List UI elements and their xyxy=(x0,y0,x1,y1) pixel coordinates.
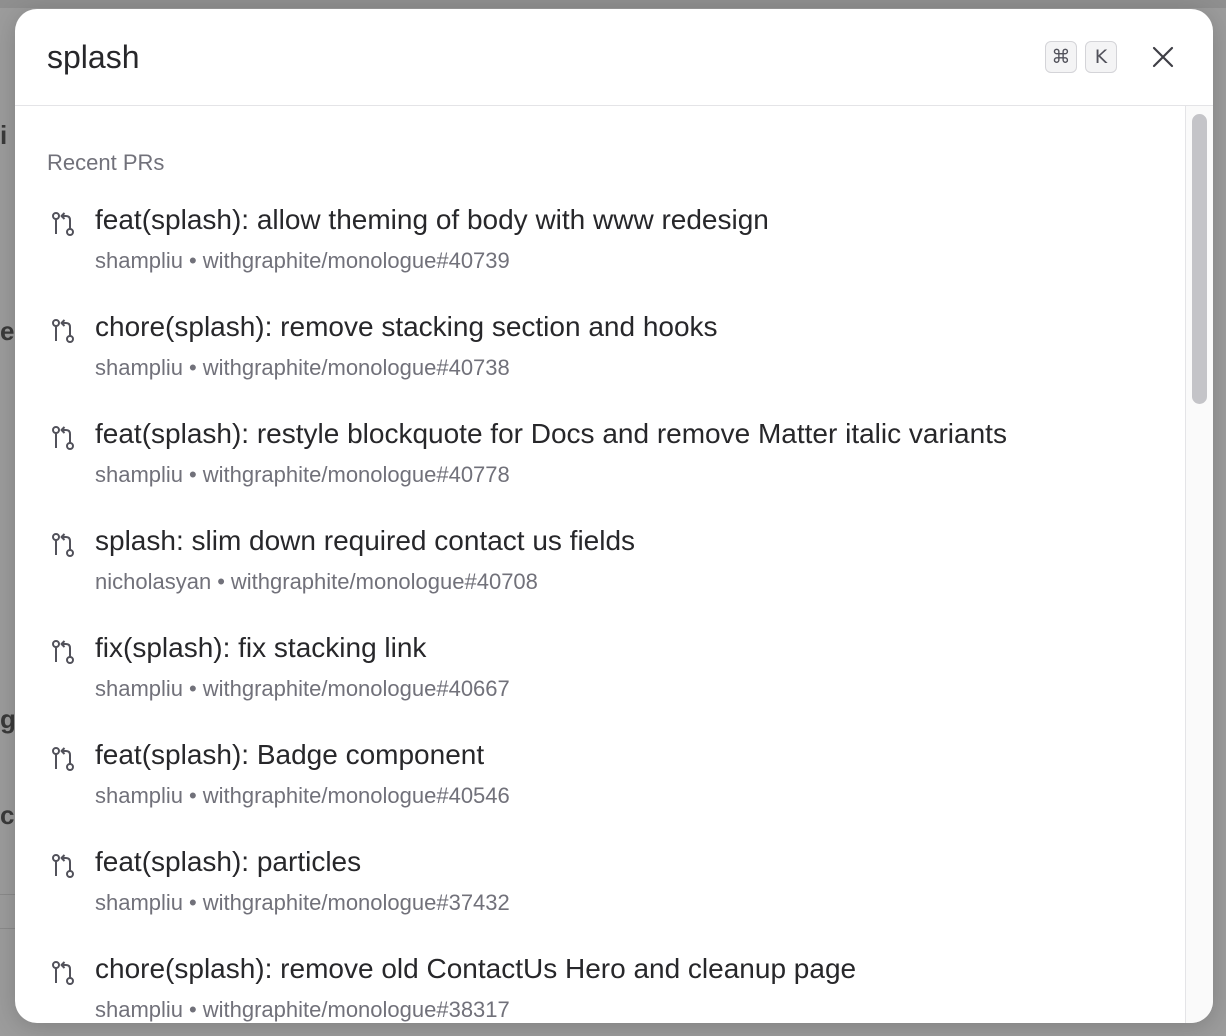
pr-title: fix(splash): fix stacking link xyxy=(95,632,427,663)
pr-meta: shampliu • withgraphite/monologue#40778 xyxy=(95,462,510,488)
background-fragment: i xyxy=(0,120,8,150)
separator-dot: • xyxy=(189,997,197,1022)
separator-dot: • xyxy=(189,783,197,808)
close-icon xyxy=(1152,46,1174,68)
scrollbar-thumb[interactable] xyxy=(1192,114,1207,404)
pr-result-item[interactable]: feat(splash): particles shampliu • withgra… xyxy=(47,846,1167,953)
separator-dot: • xyxy=(189,890,197,915)
pr-title: feat(splash): Badge component xyxy=(95,739,485,770)
pr-result-item[interactable]: splash: slim down required contact us fi… xyxy=(47,525,1167,632)
pr-result-item[interactable]: feat(splash): Badge component shampliu • w… xyxy=(47,739,1167,846)
pr-title: chore(splash): remove old ContactUs Hero… xyxy=(95,953,857,984)
git-pull-request-icon xyxy=(52,961,74,985)
background-fragment: e xyxy=(0,316,14,346)
background-divider xyxy=(0,894,16,895)
pr-list: feat(splash): allow theming of body with… xyxy=(47,204,1167,1023)
pr-result-item[interactable]: feat(splash): restyle blockquote for Doc… xyxy=(47,418,1167,525)
pr-meta: shampliu • withgraphite/monologue#37432 xyxy=(95,890,510,916)
background-divider xyxy=(0,928,16,929)
separator-dot: • xyxy=(189,462,197,487)
search-bar: ⌘ K xyxy=(15,9,1213,106)
pr-repo-ref: withgraphite/monologue#40546 xyxy=(202,783,510,808)
git-pull-request-icon xyxy=(52,533,74,557)
git-pull-request-icon xyxy=(52,319,74,343)
close-button[interactable] xyxy=(1147,41,1179,73)
pr-author: shampliu xyxy=(95,462,184,487)
separator-dot: • xyxy=(217,569,225,594)
pr-result-item[interactable]: chore(splash): remove old ContactUs Hero… xyxy=(47,953,1167,1023)
section-label: Recent PRs xyxy=(47,150,165,175)
separator-dot: • xyxy=(189,355,197,380)
pr-title: chore(splash): remove stacking section a… xyxy=(95,311,718,342)
pr-author: shampliu xyxy=(95,248,184,273)
pr-author: shampliu xyxy=(95,783,184,808)
pr-repo-ref: withgraphite/monologue#38317 xyxy=(202,997,510,1022)
command-palette-dialog: ⌘ K Recent PRs feat(splash): allow themi… xyxy=(15,9,1213,1023)
pr-result-item[interactable]: fix(splash): fix stacking link shampliu •… xyxy=(47,632,1167,739)
command-key-hint: ⌘ xyxy=(1045,41,1077,73)
background-fragment: c xyxy=(0,800,14,830)
git-pull-request-icon xyxy=(52,426,74,450)
scrollbar[interactable] xyxy=(1185,106,1213,1023)
pr-repo-ref: withgraphite/monologue#37432 xyxy=(202,890,510,915)
separator-dot: • xyxy=(189,676,197,701)
git-pull-request-icon xyxy=(52,854,74,878)
git-pull-request-icon xyxy=(52,747,74,771)
pr-result-item[interactable]: chore(splash): remove stacking section a… xyxy=(47,311,1167,418)
pr-author: shampliu xyxy=(95,355,184,380)
git-pull-request-icon xyxy=(52,212,74,236)
k-key-hint: K xyxy=(1085,41,1117,73)
pr-meta: shampliu • withgraphite/monologue#38317 xyxy=(95,997,510,1023)
pr-author: shampliu xyxy=(95,997,184,1022)
pr-title: feat(splash): allow theming of body with… xyxy=(95,204,769,235)
results-list: Recent PRs feat(splash): allow theming o… xyxy=(15,106,1185,1023)
pr-author: shampliu xyxy=(95,676,184,701)
search-input[interactable] xyxy=(47,33,1007,81)
pr-result-item[interactable]: feat(splash): allow theming of body with… xyxy=(47,204,1167,311)
pr-author: nicholasyan xyxy=(95,569,212,594)
pr-meta: nicholasyan • withgraphite/monologue#40708 xyxy=(95,569,538,595)
pr-title: feat(splash): restyle blockquote for Doc… xyxy=(95,418,1007,449)
pr-repo-ref: withgraphite/monologue#40739 xyxy=(202,248,510,273)
pr-title: feat(splash): particles xyxy=(95,846,362,877)
background-fragment: g xyxy=(0,704,14,734)
pr-title: splash: slim down required contact us fi… xyxy=(95,525,636,556)
git-pull-request-icon xyxy=(52,640,74,664)
pr-repo-ref: withgraphite/monologue#40738 xyxy=(202,355,510,380)
pr-meta: shampliu • withgraphite/monologue#40546 xyxy=(95,783,510,809)
pr-meta: shampliu • withgraphite/monologue#40667 xyxy=(95,676,510,702)
pr-repo-ref: withgraphite/monologue#40778 xyxy=(202,462,510,487)
pr-repo-ref: withgraphite/monologue#40708 xyxy=(230,569,538,594)
pr-meta: shampliu • withgraphite/monologue#40739 xyxy=(95,248,510,274)
separator-dot: • xyxy=(189,248,197,273)
pr-meta: shampliu • withgraphite/monologue#40738 xyxy=(95,355,510,381)
pr-author: shampliu xyxy=(95,890,184,915)
pr-repo-ref: withgraphite/monologue#40667 xyxy=(202,676,510,701)
